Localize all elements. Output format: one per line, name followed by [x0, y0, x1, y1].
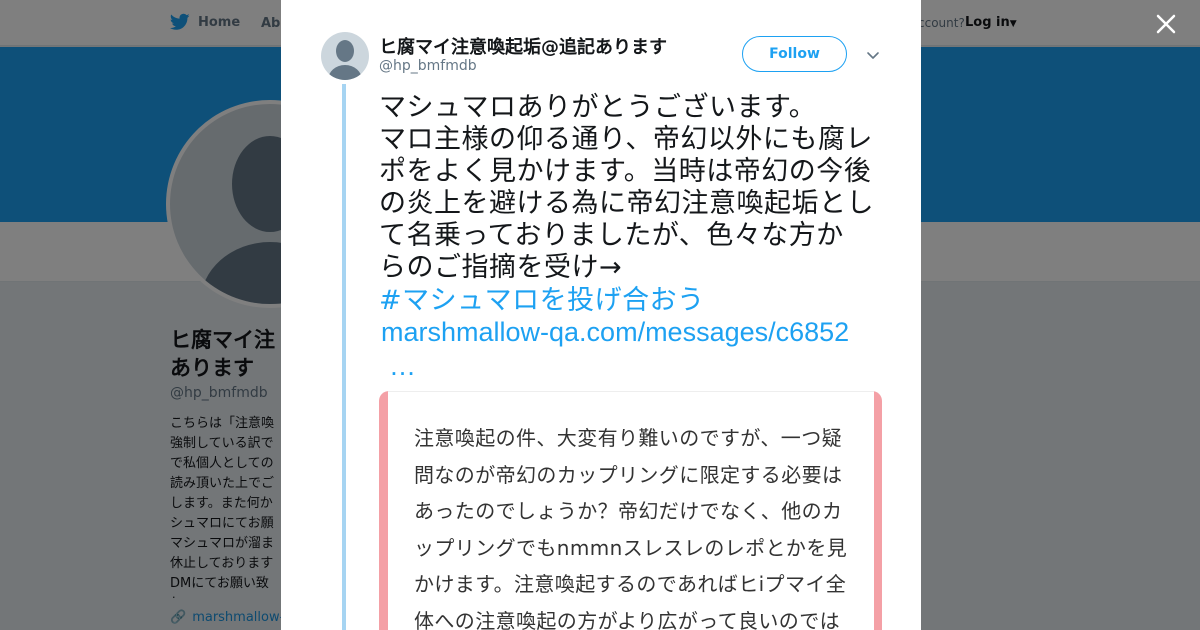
card-text-line: 問なのが帝幻のカップリングに限定する必要は: [414, 462, 843, 487]
author-avatar[interactable]: [321, 32, 369, 80]
default-avatar-icon: [328, 40, 362, 80]
tweet-text-line: マシュマロありがとうございます。: [379, 92, 817, 123]
thread-connector-line: [342, 84, 346, 630]
chevron-down-icon[interactable]: [865, 47, 881, 63]
close-icon[interactable]: [1154, 12, 1178, 36]
hashtag-link[interactable]: #マシュマロを投げ合おう: [379, 285, 705, 317]
card-text-line: 体への注意喚起の方がより広がって良いのでは: [414, 608, 840, 630]
marshmallow-card: 注意喚起の件、大変有り難いのですが、一つ疑 問なのが帝幻のカップリングに限定する…: [388, 391, 874, 630]
follow-button[interactable]: Follow: [742, 36, 847, 72]
image-card[interactable]: 注意喚起の件、大変有り難いのですが、一つ疑 問なのが帝幻のカップリングに限定する…: [379, 391, 882, 630]
tweet-modal: ヒ腐マイ注意喚起垢@追記あります @hp_bmfmdb Follow マシュマロ…: [281, 0, 921, 630]
card-text-line: かけます。注意喚起するのであればヒiプマイ全: [414, 572, 847, 596]
author-display-name[interactable]: ヒ腐マイ注意喚起垢@追記あります: [379, 33, 667, 59]
tweet-text: マシュマロありがとうございます。 マロ主様の仰る通り、帝幻以外にも腐レ ポをよく…: [379, 92, 885, 284]
author-handle[interactable]: @hp_bmfmdb: [379, 58, 477, 74]
tweet-text-line: て名乗っておりましたが、色々な方か: [379, 220, 844, 251]
card-text-line: ップリングでもnmmnスレスレのレポとかを見: [414, 535, 848, 560]
card-text-line: あったのでしょうか？帝幻だけでなく、他のカ: [414, 499, 843, 523]
tweet-url-link[interactable]: marshmallow-qa.com/messages/c6852: [381, 316, 849, 348]
tweet-text-line: の炎上を避ける為に帝幻注意喚起垢とし: [379, 188, 874, 219]
tweet-text-line: らのご指摘を受け→: [379, 252, 623, 283]
card-text-line: 注意喚起の件、大変有り難いのですが、一つ疑: [414, 426, 842, 450]
url-ellipsis[interactable]: …: [389, 350, 416, 382]
tweet-text-line: マロ主様の仰る通り、帝幻以外にも腐レ: [379, 124, 873, 155]
card-text: 注意喚起の件、大変有り難いのですが、一つ疑 問なのが帝幻のカップリングに限定する…: [414, 420, 854, 630]
tweet-text-line: ポをよく見かけます。当時は帝幻の今後: [379, 156, 872, 187]
